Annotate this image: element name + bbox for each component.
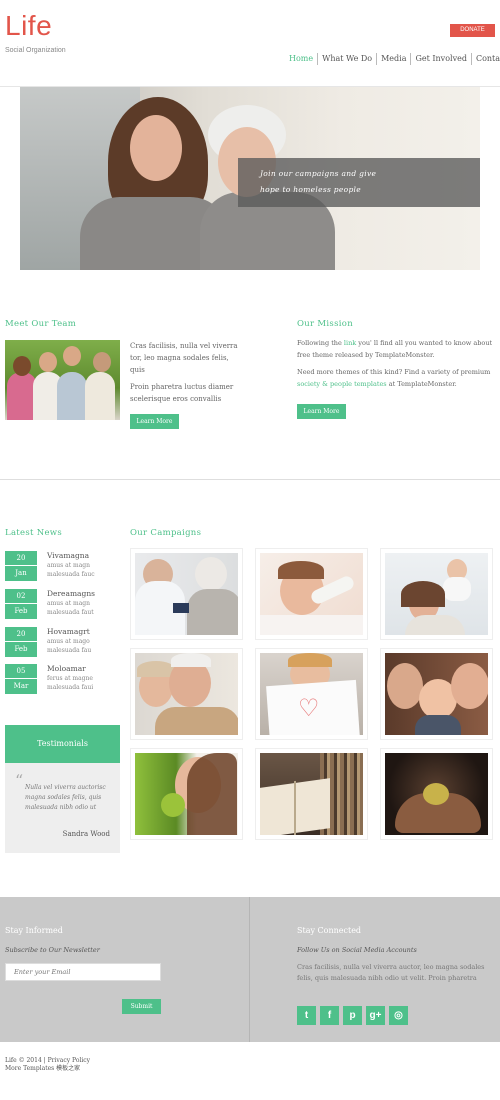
nav-what-we-do[interactable]: What We Do <box>317 53 376 65</box>
pinterest-icon[interactable]: p <box>343 1006 362 1025</box>
news-item-desc: amus at mago malesuada fau <box>47 638 92 654</box>
team-text: Cras facilisis, nulla vel viverra tor, l… <box>130 340 245 405</box>
newsletter-email-input[interactable] <box>5 963 161 981</box>
news-item[interactable]: 05 Mar Moloamar ferus at magne malesuada … <box>5 664 120 694</box>
news-date: 20 Jan <box>5 551 37 581</box>
campaign-tile[interactable] <box>380 548 493 640</box>
hero-caption-line2: hope to homeless people <box>260 185 361 194</box>
social-subtitle: Follow Us on Social Media Accounts <box>297 946 417 954</box>
society-templates-link[interactable]: society & people templates <box>297 380 387 388</box>
news-date: 05 Mar <box>5 664 37 694</box>
news-item-desc: amus at magn malesuada fauc <box>47 562 95 578</box>
testimonial-card: “ Nulla vel viverra auctorisc magna soda… <box>5 763 120 853</box>
testimonial-author: Sandra Wood <box>62 830 110 838</box>
news-date: 02 Feb <box>5 589 37 619</box>
team-para2: Proin pharetra luctus diamer scelerisque… <box>130 383 234 403</box>
copyright: Life © 2014 | Privacy Policy More Templa… <box>5 1057 90 1073</box>
logo[interactable]: Life <box>5 12 52 40</box>
logo-tagline: Social Organization <box>5 47 66 54</box>
facebook-icon[interactable]: f <box>320 1006 339 1025</box>
testimonials-title: Testimonials <box>5 725 120 763</box>
news-date: 20 Feb <box>5 627 37 657</box>
news-item-desc: ferus at magne malesuada faui <box>47 675 94 691</box>
mission-learn-more-button[interactable]: Learn More <box>297 404 346 419</box>
mission-title: Our Mission <box>297 319 353 329</box>
team-para1: Cras facilisis, nulla vel viverra tor, l… <box>130 342 238 374</box>
news-item-title[interactable]: Vivamagna <box>47 551 89 560</box>
campaign-tile[interactable] <box>255 548 368 640</box>
campaign-tile[interactable] <box>130 748 243 840</box>
campaign-tile[interactable] <box>130 648 243 740</box>
news-item-desc: amus at magn malesuada faut <box>47 600 94 616</box>
campaign-tile[interactable] <box>380 648 493 740</box>
newsletter-subtitle: Subscribe to Our Newsletter <box>5 946 100 954</box>
google-plus-icon[interactable]: g+ <box>366 1006 385 1025</box>
testimonial-quote: Nulla vel viverra auctorisc magna sodale… <box>25 784 106 811</box>
mission-text: Following the link you' ll find all you … <box>297 339 493 388</box>
quote-icon: “ <box>15 771 24 790</box>
hero-caption-line1: Join our campaigns and give <box>260 169 377 178</box>
twitter-icon[interactable]: t <box>297 1006 316 1025</box>
section-divider <box>0 479 500 480</box>
campaign-tile[interactable] <box>255 748 368 840</box>
team-learn-more-button[interactable]: Learn More <box>130 414 179 429</box>
donate-button[interactable]: DONATE <box>450 24 495 37</box>
hero-caption: Join our campaigns and give hope to home… <box>238 158 480 207</box>
copyright-text[interactable]: Life © 2014 | Privacy Policy <box>5 1057 90 1065</box>
campaign-tile[interactable]: ♡ <box>255 648 368 740</box>
news-item[interactable]: 20 Feb Hovamagrt amus at mago malesuada f… <box>5 627 120 657</box>
news-item-title[interactable]: Moloamar <box>47 664 86 673</box>
nav-home[interactable]: Home <box>285 53 317 65</box>
campaign-tile[interactable] <box>130 548 243 640</box>
nav-media[interactable]: Media <box>376 53 410 65</box>
main-nav: Home What We Do Media Get Involved Conta… <box>285 53 500 65</box>
news-item-title[interactable]: Hovamagrt <box>47 627 90 636</box>
newsletter-submit-button[interactable]: Submit <box>122 999 161 1014</box>
mission-link[interactable]: link <box>344 339 356 347</box>
social-text: Cras facilisis, nulla vel viverra auctor… <box>297 963 485 982</box>
campaigns-title: Our Campaigns <box>130 528 202 538</box>
team-title: Meet Our Team <box>5 319 77 329</box>
team-photo <box>5 340 120 420</box>
footer-divider <box>249 897 250 1042</box>
stay-informed-title: Stay Informed <box>5 926 63 935</box>
stay-connected-title: Stay Connected <box>297 926 362 935</box>
nav-contacts[interactable]: Contacts <box>470 53 500 65</box>
social-links: t f p g+ ◎ <box>297 1006 408 1025</box>
news-item-title[interactable]: Dereamagns <box>47 589 95 598</box>
instagram-icon[interactable]: ◎ <box>389 1006 408 1025</box>
news-item[interactable]: 02 Feb Dereamagns amus at magn malesuada … <box>5 589 120 619</box>
news-title: Latest News <box>5 528 63 538</box>
news-item[interactable]: 20 Jan Vivamagna amus at magn malesuada f… <box>5 551 120 581</box>
campaign-tile[interactable] <box>380 748 493 840</box>
more-templates-link[interactable]: More Templates 模板之家 <box>5 1065 90 1073</box>
nav-get-involved[interactable]: Get Involved <box>410 53 470 65</box>
